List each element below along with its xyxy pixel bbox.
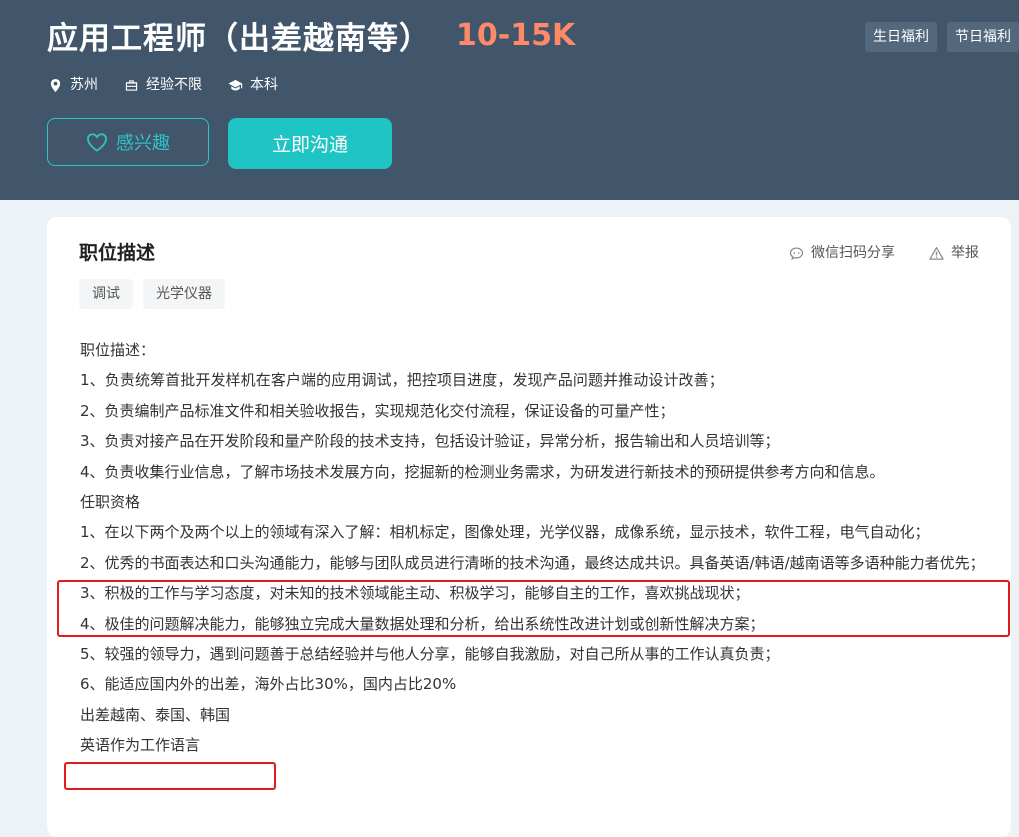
description-line: 4、负责收集行业信息，了解市场技术发展方向，挖掘新的检测业务需求，为研发进行新技… [80, 462, 885, 481]
description-line: 3、积极的工作与学习态度，对未知的技术领域能主动、积极学习，能够自主的工作，喜欢… [80, 584, 750, 603]
description-line: 职位描述： [80, 341, 156, 359]
skill-tags: 调试 光学仪器 [79, 279, 225, 309]
section-title: 职位描述 [79, 242, 156, 264]
job-meta: 苏州 经验不限 本科 [48, 74, 278, 96]
description-line: 任职资格 [80, 493, 141, 512]
salary: 10-15K [456, 18, 576, 53]
graduation-cap-icon [228, 79, 243, 90]
description-line: 英语作为工作语言 [80, 736, 201, 755]
report-label: 举报 [951, 245, 979, 261]
chat-bubble-icon [789, 246, 804, 260]
report-link[interactable]: 举报 [929, 243, 979, 263]
education-text: 本科 [250, 77, 278, 93]
card-actions: 微信扫码分享 举报 [789, 243, 979, 263]
description-line: 3、负责对接产品在开发阶段和量产阶段的技术支持，包括设计验证，异常分析，报告输出… [80, 432, 780, 451]
interest-button-label: 感兴趣 [116, 133, 170, 154]
job-description-card: 职位描述 微信扫码分享 举报 调试 光学仪器 职位描述： 1、负责统筹首批开发样… [47, 217, 1011, 837]
chat-now-button[interactable]: 立即沟通 [228, 118, 392, 169]
job-title: 应用工程师（出差越南等） [47, 21, 431, 57]
location-text: 苏州 [70, 77, 98, 93]
description-line: 6、能适应国内外的出差，海外占比30%，国内占比20% [80, 675, 457, 694]
heart-icon [86, 133, 108, 152]
description-line: 4、极佳的问题解决能力，能够独立完成大量数据处理和分析，给出系统性改进计划或创新… [80, 614, 765, 633]
warning-triangle-icon [929, 246, 944, 260]
experience: 经验不限 [124, 74, 202, 96]
description-line: 5、较强的领导力，遇到问题善于总结经验并与他人分享，能够自我激励，对自己所从事的… [80, 645, 780, 664]
location: 苏州 [48, 74, 98, 96]
benefit-tags: 生日福利 节日福利 [865, 22, 1019, 52]
wechat-share-link[interactable]: 微信扫码分享 [789, 243, 895, 263]
experience-text: 经验不限 [146, 77, 202, 93]
location-pin-icon [50, 78, 61, 92]
wechat-share-label: 微信扫码分享 [811, 245, 895, 261]
education: 本科 [228, 74, 278, 96]
description-line: 1、负责统筹首批开发样机在客户端的应用调试，把控项目进度，发现产品问题并推动设计… [80, 371, 724, 390]
job-description-text: 职位描述： 1、负责统筹首批开发样机在客户端的应用调试，把控项目进度，发现产品问… [80, 335, 986, 761]
description-line: 出差越南、泰国、韩国 [80, 705, 231, 724]
interest-button[interactable]: 感兴趣 [47, 118, 209, 166]
description-line: 2、优秀的书面表达和口头沟通能力，能够与团队成员进行清晰的技术沟通，最终达成共识… [80, 553, 985, 572]
skill-tag: 调试 [79, 279, 133, 309]
benefit-tag: 生日福利 [865, 22, 937, 52]
description-line: 1、在以下两个及两个以上的领域有深入了解：相机标定，图像处理，光学仪器，成像系统… [80, 523, 930, 542]
benefit-tag: 节日福利 [947, 22, 1019, 52]
briefcase-icon [125, 79, 138, 91]
job-header: 应用工程师（出差越南等） 10-15K 生日福利 节日福利 苏州 经验不限 本科… [0, 0, 1019, 200]
skill-tag: 光学仪器 [143, 279, 225, 309]
description-line: 2、负责编制产品标准文件和相关验收报告，实现规范化交付流程，保证设备的可量产性； [80, 401, 675, 420]
